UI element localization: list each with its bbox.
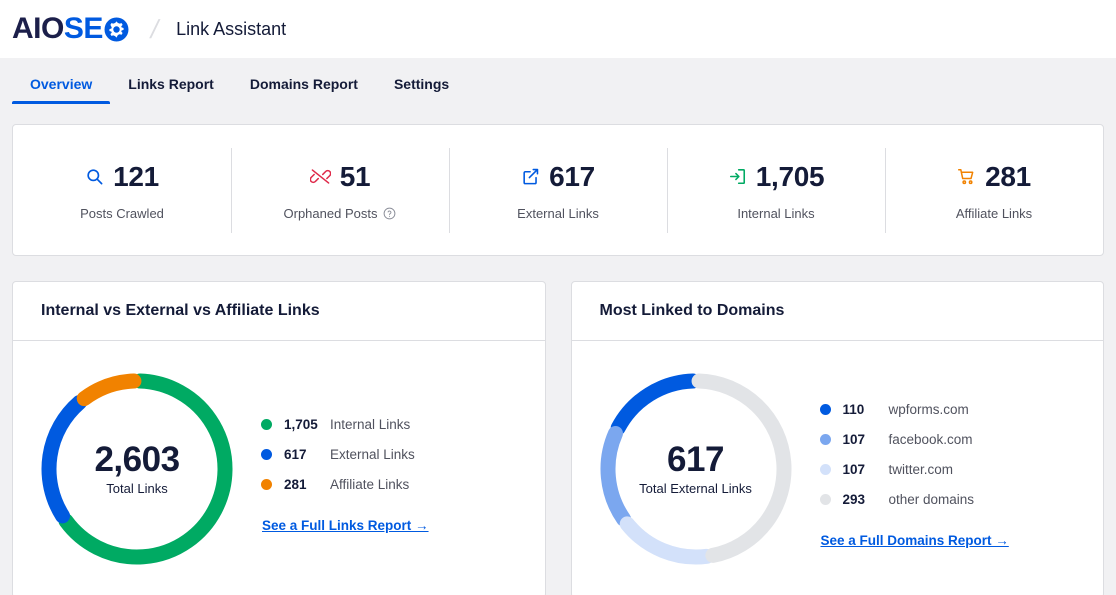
- legend-value: 1,705: [284, 417, 318, 432]
- panel-title: Internal vs External vs Affiliate Links: [41, 302, 320, 319]
- legend-color-dot: [261, 419, 272, 430]
- legend-item: 293 other domains: [819, 485, 1009, 515]
- logo-text-aio: AIO: [12, 12, 64, 45]
- internal-link-icon: [728, 167, 747, 186]
- panel-most-linked-domains: Most Linked to Domains 617 Total Externa…: [570, 281, 1104, 595]
- legend-item: 107 facebook.com: [819, 425, 1009, 455]
- domains-report-link[interactable]: See a Full Domains Report →: [821, 533, 1009, 548]
- stat-affiliate-links: 281 Affiliate Links: [885, 146, 1103, 235]
- panel-header: Internal vs External vs Affiliate Links: [13, 282, 545, 341]
- stat-top: 121: [13, 160, 231, 194]
- stat-top: 281: [885, 160, 1103, 194]
- donut-total-label: Total External Links: [639, 481, 752, 497]
- page-title: Link Assistant: [176, 18, 287, 39]
- donut-total-value: 2,603: [94, 439, 180, 479]
- legend-item: 617 External Links: [261, 440, 429, 470]
- legend-color-dot: [819, 494, 831, 505]
- stat-top: 617: [449, 160, 667, 194]
- donut-total-value: 617: [667, 439, 724, 479]
- legend-value: 110: [842, 402, 865, 417]
- cart-icon: [957, 167, 976, 186]
- legend-color-dot: [261, 479, 272, 490]
- app-header: AIO SE / Link Assistant: [0, 0, 1116, 59]
- broken-link-icon: [309, 167, 331, 186]
- legend-domains: 110 wpforms.com 107 facebook.com 107 twi…: [819, 389, 1009, 550]
- legend-value: 281: [284, 477, 307, 492]
- panel-body: 617 Total External Links 110 wpforms.com…: [572, 341, 1104, 595]
- search-icon: [85, 167, 104, 186]
- stat-value: 51: [339, 160, 371, 192]
- panel-links-breakdown: Internal vs External vs Affiliate Links …: [12, 281, 546, 595]
- legend-label: External Links: [330, 447, 415, 462]
- legend-color-dot: [261, 449, 272, 460]
- legend-value: 293: [842, 492, 866, 507]
- stat-label-wrap: Affiliate Links: [885, 206, 1103, 221]
- tab-bar: Overview Links Report Domains Report Set…: [0, 59, 1116, 104]
- stat-label-wrap: Posts Crawled: [13, 206, 231, 221]
- logo-text-seo: SE: [63, 12, 104, 45]
- legend-label: wpforms.com: [888, 402, 969, 417]
- stat-label: Affiliate Links: [955, 205, 1033, 221]
- stat-label: External Links: [517, 205, 599, 221]
- stat-posts-crawled: 121 Posts Crawled: [13, 146, 231, 235]
- links-report-link[interactable]: See a Full Links Report →: [262, 518, 429, 533]
- stat-value: 281: [985, 160, 1031, 192]
- legend-value: 107: [842, 462, 866, 477]
- donut-center-label: 2,603 Total Links: [31, 363, 243, 575]
- legend-label: Internal Links: [330, 417, 411, 432]
- donut-chart-domains: 617 Total External Links: [590, 363, 802, 575]
- stat-label-wrap: Orphaned Posts: [231, 206, 449, 221]
- stat-label: Internal Links: [737, 205, 815, 221]
- legend-color-dot: [819, 464, 831, 475]
- legend-label: twitter.com: [888, 462, 954, 477]
- stat-label: Orphaned Posts: [283, 205, 378, 221]
- tab-settings[interactable]: Settings: [376, 77, 467, 104]
- legend-item: 107 twitter.com: [819, 455, 1009, 485]
- stat-top: 51: [231, 160, 449, 194]
- stats-summary-card: 121 Posts Crawled 51 Orphaned Posts 617 …: [12, 124, 1104, 256]
- legend-label: other domains: [888, 492, 975, 507]
- tab-links-report[interactable]: Links Report: [110, 77, 232, 104]
- stat-value: 617: [549, 160, 595, 192]
- stat-orphaned-posts: 51 Orphaned Posts: [231, 146, 449, 235]
- legend-item: 1,705 Internal Links: [261, 410, 429, 440]
- legend-value: 107: [842, 432, 866, 447]
- donut-center-label: 617 Total External Links: [590, 363, 802, 575]
- panel-header: Most Linked to Domains: [571, 282, 1103, 341]
- tab-domains-report[interactable]: Domains Report: [232, 77, 376, 104]
- legend-color-dot: [819, 434, 831, 445]
- donut-chart-links: 2,603 Total Links: [31, 363, 243, 575]
- stat-label-wrap: Internal Links: [667, 206, 885, 221]
- stat-value: 121: [113, 160, 159, 192]
- stat-external-links: 617 External Links: [449, 146, 667, 235]
- stat-top: 1,705: [667, 160, 885, 194]
- legend-value: 617: [284, 447, 307, 462]
- panel-title: Most Linked to Domains: [599, 302, 785, 319]
- legend-label: Affiliate Links: [330, 477, 410, 492]
- gear-icon: [104, 17, 129, 42]
- aioseo-logo[interactable]: AIO SE: [12, 14, 129, 44]
- tab-overview[interactable]: Overview: [12, 77, 111, 104]
- donut-total-label: Total Links: [106, 481, 168, 497]
- legend-item: 110 wpforms.com: [819, 395, 1009, 425]
- stat-internal-links: 1,705 Internal Links: [667, 146, 885, 235]
- stat-label-wrap: External Links: [449, 206, 667, 221]
- stat-value: 1,705: [755, 160, 825, 192]
- charts-row: Internal vs External vs Affiliate Links …: [12, 281, 1104, 595]
- stat-label: Posts Crawled: [80, 205, 164, 221]
- legend-item: 281 Affiliate Links: [261, 470, 429, 500]
- panel-body: 2,603 Total Links 1,705 Internal Links 6…: [13, 341, 545, 595]
- external-link-icon: [521, 167, 540, 186]
- legend-label: facebook.com: [888, 432, 973, 447]
- legend-color-dot: [819, 404, 831, 415]
- header-separator: /: [147, 13, 162, 44]
- legend-links: 1,705 Internal Links 617 External Links …: [261, 404, 429, 535]
- help-circle-icon[interactable]: [383, 207, 396, 220]
- main-content: 121 Posts Crawled 51 Orphaned Posts 617 …: [0, 104, 1116, 595]
